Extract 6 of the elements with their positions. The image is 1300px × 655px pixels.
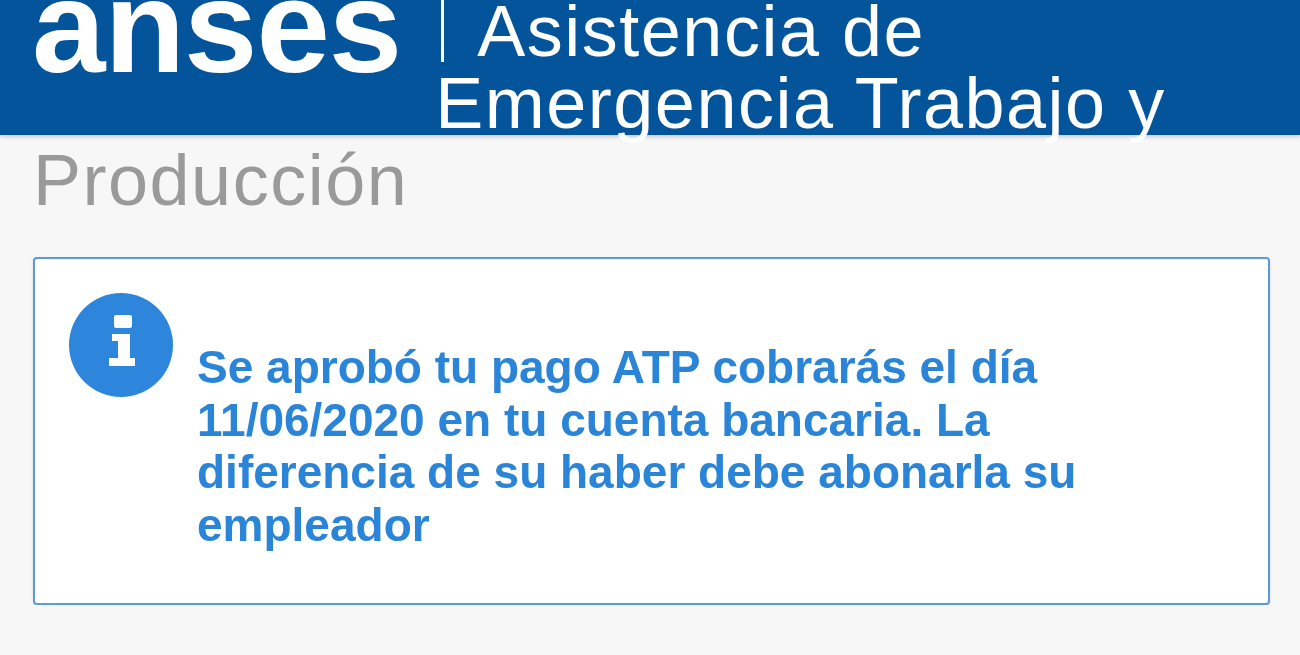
alert-message: Se aprobó tu pago ATP cobrarás el día 11/06/2020 en tu cuenta bancaria. La diferencia de su haber debe abonarla su empleador (197, 341, 1078, 551)
logo: anses (32, 0, 402, 82)
page-title: Emergencia Trabajo y (435, 72, 1166, 144)
info-icon (69, 293, 173, 397)
page-title: Asistencia de (477, 0, 926, 72)
page-title: Producción (33, 149, 409, 221)
